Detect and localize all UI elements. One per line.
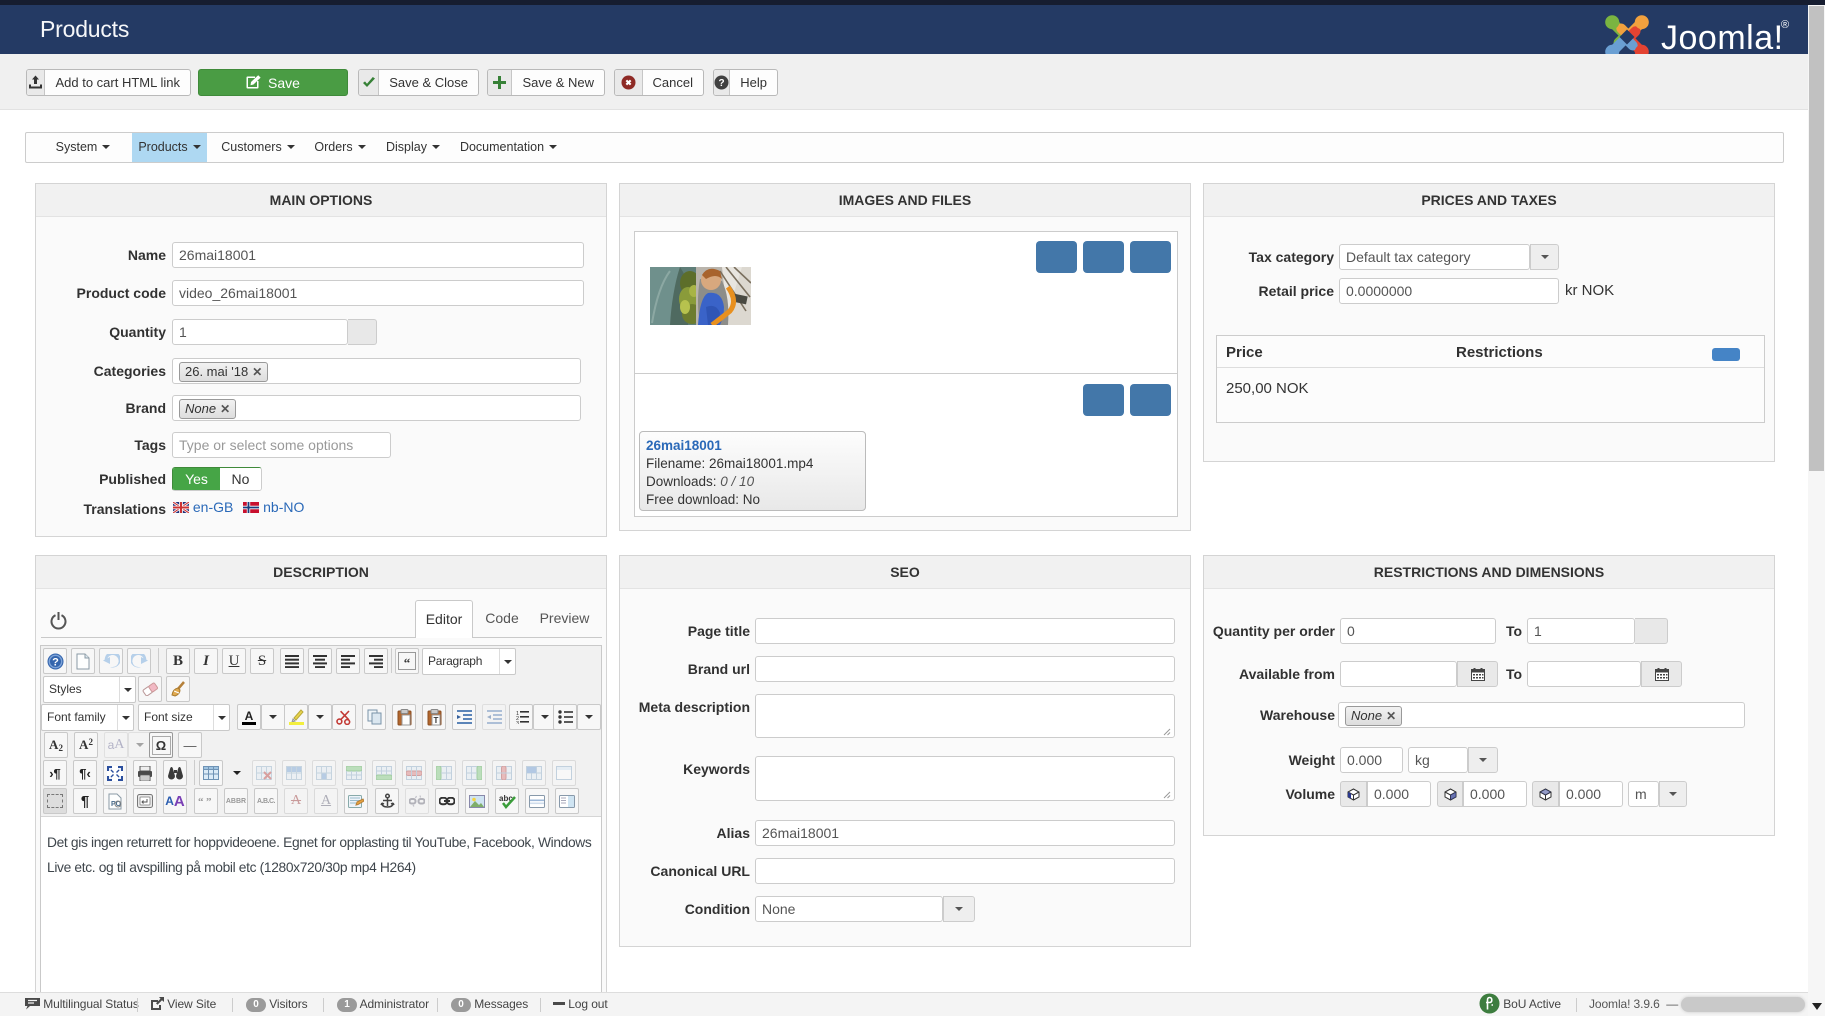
svg-text:“: “	[198, 796, 204, 806]
svg-text:®: ®	[1781, 19, 1789, 31]
svg-text:?: ?	[719, 78, 725, 89]
svg-text:”: ”	[206, 796, 212, 806]
svg-text:3: 3	[516, 721, 519, 724]
svg-text:T: T	[433, 716, 438, 725]
svg-text:A: A	[245, 709, 254, 723]
svg-text:?: ?	[52, 656, 59, 668]
svg-text:Joomla!: Joomla!	[1661, 19, 1784, 57]
